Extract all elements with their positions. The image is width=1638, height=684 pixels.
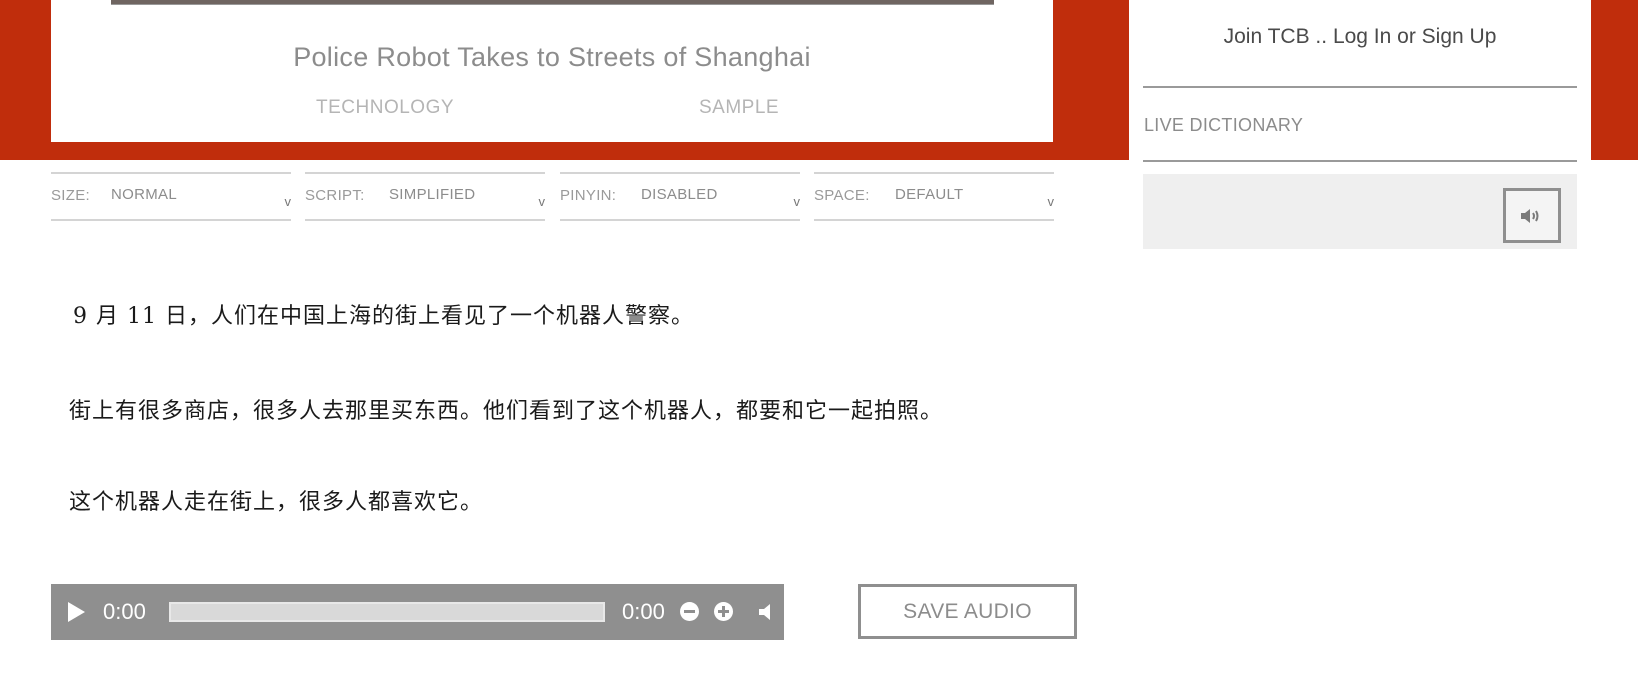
account-links: Join TCB .. Log In or Sign Up [1129, 25, 1591, 49]
chevron-down-icon: v [538, 194, 546, 209]
or-text: or [1391, 25, 1422, 48]
login-link[interactable]: Log In [1333, 25, 1391, 48]
join-text: Join TCB .. [1223, 25, 1333, 48]
article-paragraph[interactable]: 9 月 11 日，人们在中国上海的街上看见了一个机器人警察。 [73, 298, 694, 330]
script-select[interactable]: SCRIPT: SIMPLIFIED v [305, 172, 545, 221]
minus-circle-icon[interactable] [680, 602, 699, 621]
article-image[interactable] [111, 0, 994, 5]
size-label: SIZE: [51, 187, 91, 204]
tag-sample[interactable]: SAMPLE [699, 97, 779, 119]
sidebar: Join TCB .. Log In or Sign Up LIVE DICTI… [1129, 0, 1591, 684]
duration-time: 0:00 [622, 599, 665, 624]
live-dictionary-heading: LIVE DICTIONARY [1144, 115, 1304, 135]
play-icon[interactable] [68, 602, 85, 622]
article-title[interactable]: Police Robot Takes to Streets of Shangha… [51, 42, 1053, 73]
divider [1143, 86, 1577, 88]
size-select[interactable]: SIZE: NORMAL v [51, 172, 291, 221]
signup-link[interactable]: Sign Up [1422, 25, 1497, 48]
space-select[interactable]: SPACE: DEFAULT v [814, 172, 1054, 221]
divider [1143, 160, 1577, 162]
script-value: SIMPLIFIED [389, 186, 476, 203]
audio-player: 0:00 0:00 [51, 584, 784, 640]
chevron-down-icon: v [284, 194, 292, 209]
article-paragraph[interactable]: 街上有很多商店，很多人去那里买东西。他们看到了这个机器人，都要和它一起拍照。 [69, 393, 943, 425]
chevron-down-icon: v [793, 194, 801, 209]
dictionary-audio-button[interactable] [1503, 188, 1561, 243]
article-card: Police Robot Takes to Streets of Shangha… [51, 0, 1053, 142]
pinyin-select[interactable]: PINYIN: DISABLED v [560, 172, 800, 221]
chevron-down-icon: v [1047, 194, 1055, 209]
speaker-icon [1521, 209, 1539, 223]
script-label: SCRIPT: [305, 187, 365, 204]
pinyin-label: PINYIN: [560, 187, 617, 204]
size-value: NORMAL [111, 186, 177, 203]
article-paragraph[interactable]: 这个机器人走在街上，很多人都喜欢它。 [69, 484, 483, 516]
save-audio-button[interactable]: SAVE AUDIO [858, 584, 1077, 639]
current-time: 0:00 [103, 599, 146, 624]
seek-bar[interactable] [169, 602, 605, 622]
tag-technology[interactable]: TECHNOLOGY [316, 97, 454, 119]
pinyin-value: DISABLED [641, 186, 718, 203]
dictionary-panel [1143, 174, 1577, 249]
plus-circle-icon[interactable] [714, 602, 733, 621]
volume-icon[interactable] [757, 602, 777, 622]
header-band-right [1591, 0, 1638, 160]
space-value: DEFAULT [895, 186, 964, 203]
space-label: SPACE: [814, 187, 870, 204]
